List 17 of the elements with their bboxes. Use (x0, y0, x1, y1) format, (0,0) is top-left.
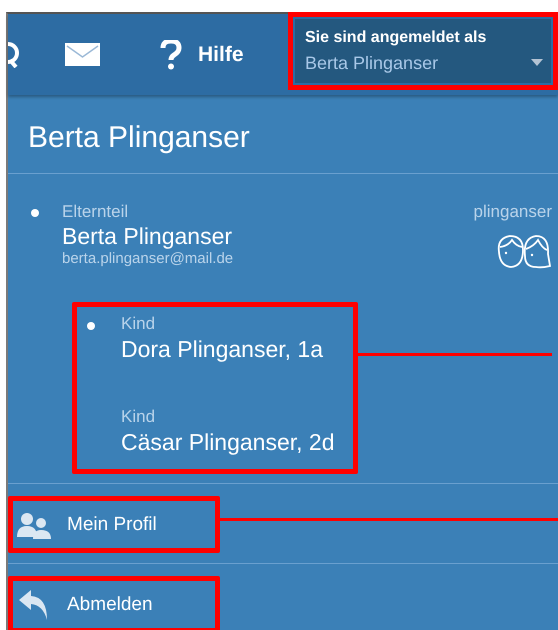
parent-name: Berta Plinganser (62, 222, 234, 250)
role-label: Kind (121, 407, 156, 427)
account-dropdown[interactable]: Sie sind angemeldet als Berta Plinganser (288, 12, 558, 90)
child-name: Cäsar Plinganser, 2d (121, 428, 335, 457)
email-text: berta.plinganser@mail.de (62, 250, 234, 268)
logout-menu-item[interactable]: Abmelden (8, 576, 220, 630)
help-icon (160, 40, 182, 70)
role-label: Elternteil (62, 202, 130, 222)
help-button[interactable]: Hilfe (160, 40, 244, 70)
child-name: Dora Plinganser, 1a (121, 335, 324, 364)
role-label: Kind (121, 314, 156, 334)
profile-menu-item[interactable]: Mein Profil (8, 496, 220, 553)
bullet (87, 322, 95, 330)
users-icon (17, 510, 51, 538)
caret-icon (531, 59, 543, 66)
page-heading: Berta Plinganser (27, 120, 251, 156)
username-text: plinganser (474, 202, 552, 222)
